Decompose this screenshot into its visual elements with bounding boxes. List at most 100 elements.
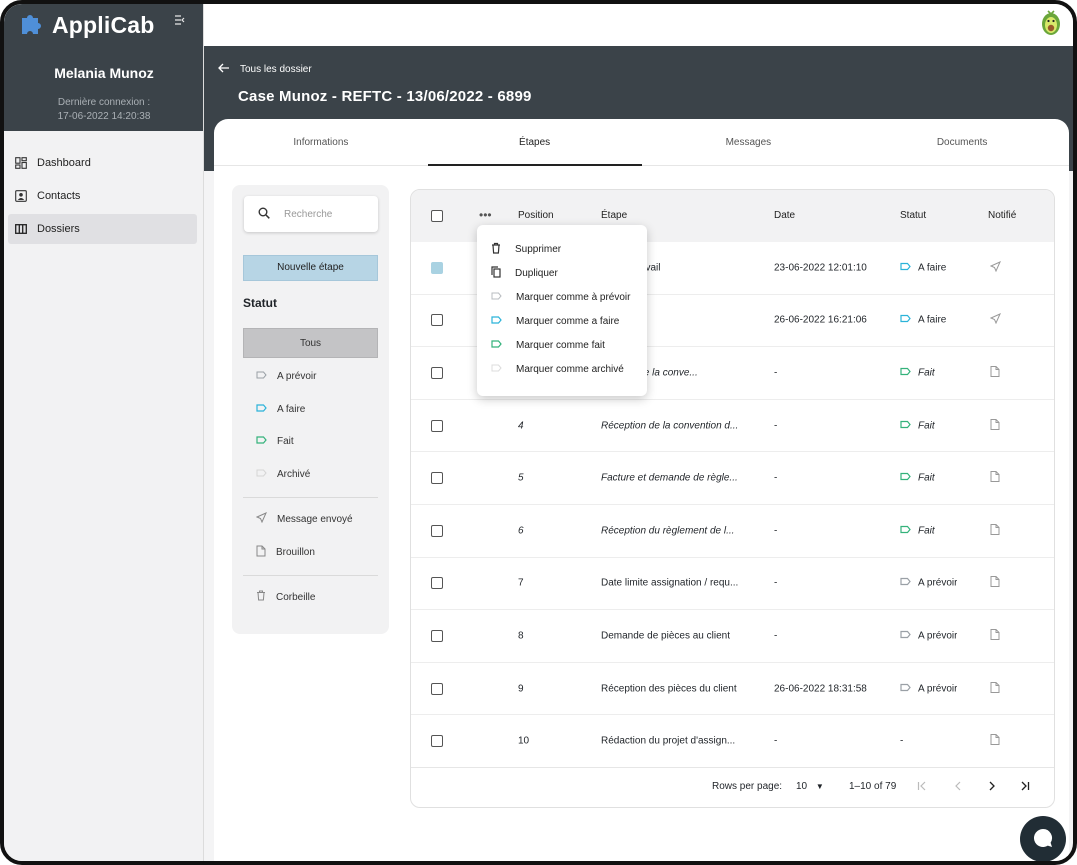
step-name[interactable]: Date limite assignation / requ... [601,578,738,589]
menu-item-label: Supprimer [515,243,562,255]
sidebar-item-dashboard[interactable]: Dashboard [8,148,197,178]
chat-launcher-button[interactable] [1020,816,1066,861]
app-name: AppliCab [52,12,155,38]
document-icon[interactable] [990,628,1000,643]
row-checkbox[interactable] [431,472,443,485]
row-checkbox[interactable] [431,682,443,695]
back-link-label: Tous les dossier [240,64,312,75]
status-badge[interactable]: A prévoir [900,630,957,641]
tag-icon [900,630,911,641]
filter-label: Message envoyé [277,513,353,525]
filter-message-envoye[interactable]: Message envoyé [243,504,378,534]
status-badge[interactable]: - [900,736,903,747]
document-icon[interactable] [990,576,1000,591]
document-icon[interactable] [990,418,1000,433]
table-row[interactable]: 7 Date limite assignation / requ... - A pré… [411,558,1054,611]
column-header-position[interactable]: Position [518,210,554,221]
step-name[interactable]: Rédaction du projet d'assign... [601,736,735,747]
step-name[interactable]: Demande de pièces au client [601,630,730,641]
status-filter-tous[interactable]: Tous [243,328,378,358]
status-filter-archive[interactable]: Archivé [243,459,378,489]
column-header-etape[interactable]: Étape [601,210,627,221]
prev-page-icon[interactable] [953,781,963,794]
menu-item-dupliquer[interactable]: Dupliquer [477,261,647,285]
next-page-icon[interactable] [987,781,997,794]
tag-icon [900,367,911,378]
row-checkbox[interactable] [431,735,443,748]
status-badge[interactable]: Fait [900,367,935,378]
row-checkbox[interactable] [431,261,443,274]
send-icon [255,512,267,526]
sidebar-item-contacts[interactable]: Contacts [8,181,197,211]
status-badge[interactable]: Fait [900,420,935,431]
tag-icon [491,339,502,351]
table-row[interactable]: 9 Réception des pièces du client 26-06-202… [411,663,1054,716]
row-checkbox[interactable] [431,629,443,642]
status-filter-a-faire[interactable]: A faire [243,394,378,424]
tab-etapes[interactable]: Étapes [427,119,642,166]
step-name[interactable]: Réception des pièces du client [601,683,737,694]
tab-informations[interactable]: Informations [214,119,428,165]
last-login: Dernière connexion : 17-06-2022 14:20:38 [4,96,204,124]
back-link[interactable]: Tous les dossier [218,63,312,76]
step-date: - [774,525,778,537]
row-checkbox[interactable] [431,366,443,379]
sidebar-item-label: Contacts [37,190,81,202]
menu-item-marquer-fait[interactable]: Marquer comme fait [477,333,647,357]
table-row[interactable]: 8 Demande de pièces au client - A prévoir [411,610,1054,663]
column-header-date[interactable]: Date [774,210,795,221]
step-name[interactable]: Réception de la convention d... [601,420,738,431]
tab-messages[interactable]: Messages [642,119,856,165]
tag-icon [491,364,502,375]
tag-icon [256,371,267,382]
send-icon[interactable] [990,260,1001,275]
status-badge[interactable]: A prévoir [900,578,957,589]
step-name[interactable]: Réception du règlement de l... [601,525,734,536]
document-icon[interactable] [990,523,1000,538]
last-page-icon[interactable] [1020,781,1030,794]
select-all-checkbox[interactable] [431,210,443,222]
column-header-statut[interactable]: Statut [900,210,926,221]
table-row[interactable]: 5 Facture et demande de règle... - Fait [411,452,1054,505]
menu-item-marquer-archive[interactable]: Marquer comme archivé [477,357,647,381]
new-step-button[interactable]: Nouvelle étape [243,255,378,281]
collapse-menu-icon[interactable] [174,14,186,28]
table-row[interactable]: 6 Réception du règlement de l... - Fait [411,505,1054,558]
brand[interactable]: AppliCab [16,8,155,43]
row-checkbox[interactable] [431,524,443,537]
search-box[interactable] [244,196,378,232]
avocado-avatar-icon[interactable] [1039,8,1063,36]
step-position: 6 [518,525,524,537]
status-badge[interactable]: Fait [900,525,935,536]
sidebar-item-dossiers[interactable]: Dossiers [8,214,197,244]
tab-documents[interactable]: Documents [855,119,1069,165]
table-row[interactable]: 4 Réception de la convention d... - Fait [411,400,1054,453]
send-icon[interactable] [990,313,1001,327]
status-badge[interactable]: A prévoir [900,683,957,694]
first-page-icon[interactable] [917,781,927,794]
status-badge[interactable]: Fait [900,473,935,484]
search-input[interactable] [284,208,364,220]
status-badge[interactable]: A faire [900,315,946,326]
filter-corbeille[interactable]: Corbeille [243,582,378,612]
menu-item-marquer-a-faire[interactable]: Marquer comme a faire [477,309,647,333]
status-filter-label: Archivé [277,468,311,480]
rows-per-page-select[interactable]: 10 ▼ [796,781,824,792]
step-name[interactable]: Facture et demande de règle... [601,473,738,484]
menu-item-supprimer[interactable]: Supprimer [477,237,647,261]
status-filter-fait[interactable]: Fait [243,426,378,456]
document-icon[interactable] [990,365,1000,380]
filter-brouillon[interactable]: Brouillon [243,537,378,567]
column-header-notifie[interactable]: Notifié [988,210,1016,221]
status-badge[interactable]: A faire [900,262,946,273]
document-icon[interactable] [990,734,1000,749]
document-icon[interactable] [990,681,1000,696]
document-icon[interactable] [990,471,1000,486]
status-filter-a-prevoir[interactable]: A prévoir [243,361,378,391]
table-row[interactable]: 10 Rédaction du projet d'assign... - - [411,715,1054,768]
menu-item-marquer-a-prevoir[interactable]: Marquer comme à prévoir [477,285,647,309]
more-actions-icon[interactable]: ••• [479,208,492,222]
row-checkbox[interactable] [431,577,443,590]
row-checkbox[interactable] [431,314,443,327]
row-checkbox[interactable] [431,419,443,432]
